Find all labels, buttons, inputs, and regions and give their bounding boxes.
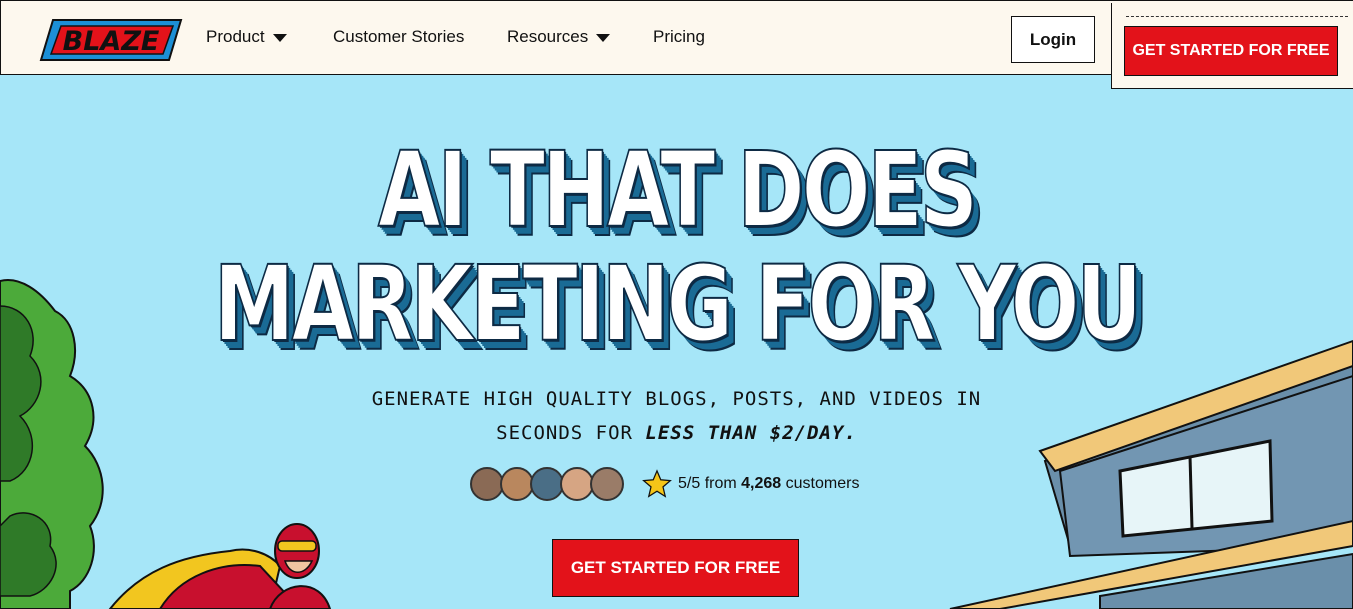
nav-resources-label: Resources [507, 27, 589, 46]
hero-subheadline-line-2: SECONDS FOR LESS THAN $2/DAY. [0, 422, 1353, 444]
nav-product[interactable]: Product [206, 27, 287, 47]
get-started-nav-button[interactable]: GET STARTED FOR FREE [1124, 26, 1338, 76]
avatar [500, 467, 534, 501]
star-icon [642, 469, 672, 498]
avatar [560, 467, 594, 501]
hero-subheadline-line-1: GENERATE HIGH QUALITY BLOGS, POSTS, AND … [371, 388, 982, 410]
house-illustration [949, 339, 1353, 609]
nav-resources[interactable]: Resources [507, 27, 611, 47]
logo-text: BLAZE [63, 26, 160, 57]
rating-text: 5/5 from 4,268 customers [678, 475, 859, 493]
nav-pricing[interactable]: Pricing [653, 27, 705, 47]
customer-rating: 5/5 from 4,268 customers [470, 466, 859, 502]
nav-product-label: Product [206, 27, 265, 46]
rating-count: 4,268 [741, 475, 782, 492]
hero-headline-line-1: AI THAT DOES [377, 129, 979, 251]
nav-customer-stories[interactable]: Customer Stories [333, 27, 464, 47]
avatar [530, 467, 564, 501]
rating-from: from [704, 475, 737, 492]
hero-section: AI THAT DOES MARKETING FOR YOU GENERATE … [0, 76, 1353, 609]
dashed-divider [1126, 16, 1348, 17]
avatar [590, 467, 624, 501]
nav-customer-stories-label: Customer Stories [333, 27, 465, 46]
tree-illustration [0, 279, 104, 609]
chevron-down-icon [596, 34, 611, 42]
chevron-down-icon [272, 34, 287, 42]
avatar [470, 467, 504, 501]
blaze-logo[interactable]: BLAZE [39, 18, 183, 62]
nav-pricing-label: Pricing [653, 27, 705, 46]
rating-score: 5/5 [678, 475, 701, 492]
rating-suffix: customers [785, 475, 860, 492]
hero-headline-line-2: MARKETING FOR YOU [213, 243, 1143, 365]
login-button[interactable]: Login [1011, 16, 1095, 63]
subheadline-emphasis: LESS THAN $2/DAY. [645, 422, 857, 444]
get-started-hero-button[interactable]: GET STARTED FOR FREE [552, 539, 799, 597]
superhero-illustration [108, 523, 332, 609]
subheadline-prefix: SECONDS FOR [496, 422, 646, 444]
